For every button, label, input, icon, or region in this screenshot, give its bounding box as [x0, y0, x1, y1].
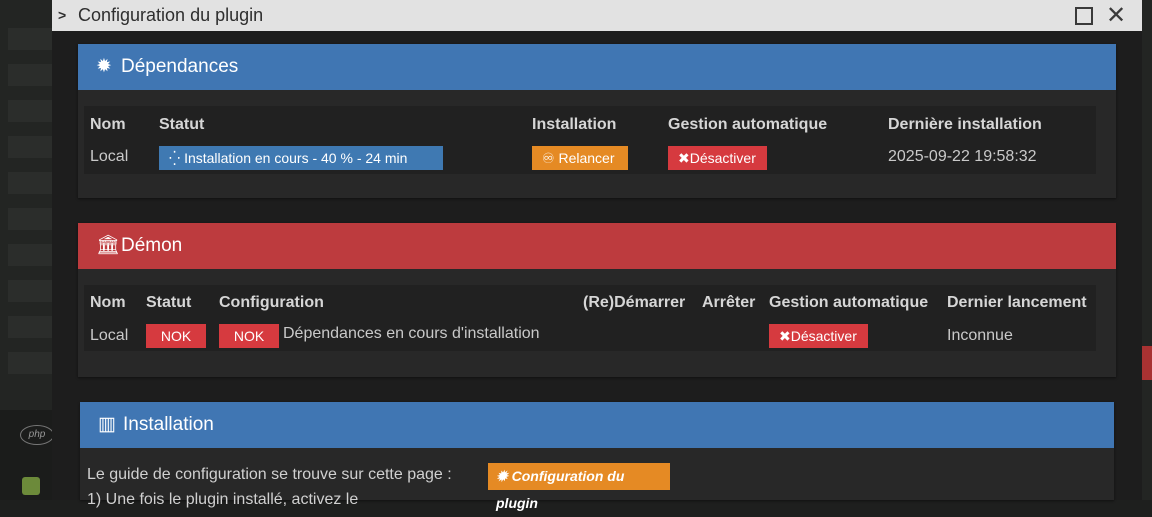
relaunch-button[interactable]: ♾ Relancer — [532, 146, 628, 170]
dependencies-header: ✹ Dépendances — [78, 44, 1116, 90]
x-icon: ✖ — [678, 150, 690, 166]
daemon-config-badge: NOK — [219, 324, 279, 348]
daemon-name: Local — [90, 327, 129, 344]
header-dernier-lancement: Dernier lancement — [947, 294, 1087, 311]
header-redemarrer: (Re)Démarrer — [583, 294, 686, 311]
daemon-status-badge: NOK — [146, 324, 206, 348]
daemon-title: Démon — [121, 235, 183, 256]
header-statut: Statut — [146, 294, 192, 311]
config-plugin-button[interactable]: ✹ Configuration du plugin — [488, 463, 670, 511]
background-row — [8, 244, 52, 266]
spinner-icon: ⁛ — [169, 150, 185, 166]
dependencies-panel: ✹ Dépendances Nom Statut Installation Ge… — [78, 44, 1116, 198]
header-derniere-installation: Dernière installation — [888, 116, 1042, 133]
chevron-right-icon: > — [58, 7, 67, 23]
dialog-titlebar[interactable]: > Configuration du plugin ✕ — [52, 0, 1142, 31]
daemon-panel: 🏛 Démon Nom Statut Configuration (Re)Dém… — [78, 223, 1116, 377]
last-install-date: 2025-09-22 19:58:32 — [888, 148, 1037, 165]
header-gestion-auto: Gestion automatique — [769, 294, 929, 311]
header-installation: Installation — [532, 116, 617, 133]
gear-icon: ✹ — [496, 468, 512, 484]
gear-icon: ✹ — [96, 56, 112, 77]
installation-title: Installation — [123, 414, 214, 435]
dependency-disable-label: Désactiver — [689, 150, 756, 166]
map-icon: ▥ — [98, 414, 116, 435]
header-gestion-auto: Gestion automatique — [668, 116, 828, 133]
dependency-disable-button[interactable]: ✖Désactiver — [668, 146, 767, 170]
daemon-table: Nom Statut Configuration (Re)Démarrer Ar… — [84, 285, 1096, 351]
relaunch-label: Relancer — [558, 150, 615, 166]
dependencies-table: Nom Statut Installation Gestion automati… — [84, 106, 1096, 174]
daemon-config-text: Dépendances en cours d'installation — [283, 325, 540, 342]
header-configuration: Configuration — [219, 294, 324, 311]
step-one-text: 1) Une fois le plugin installé, activez … — [87, 491, 359, 508]
last-launch: Inconnue — [947, 327, 1013, 344]
app-logo-icon — [22, 477, 40, 495]
bank-icon: 🏛 — [96, 235, 121, 256]
background-row — [8, 316, 52, 338]
close-icon[interactable]: ✕ — [1106, 0, 1126, 31]
background-row — [8, 64, 52, 86]
background-row — [8, 28, 52, 50]
background-app-right — [1142, 0, 1152, 500]
background-row — [8, 100, 52, 122]
header-arreter: Arrêter — [702, 294, 756, 311]
background-row — [8, 136, 52, 158]
background-row — [8, 208, 52, 230]
dependency-status-badge: ⁛ Installation en cours - 40 % - 24 min — [159, 146, 443, 170]
x-icon: ✖ — [779, 328, 791, 344]
guide-text: Le guide de configuration se trouve sur … — [87, 466, 452, 483]
dependency-status-text: Installation en cours - 40 % - 24 min — [184, 150, 408, 166]
dependencies-title: Dépendances — [121, 56, 239, 77]
installation-panel: ▥ Installation Le guide de configuration… — [80, 402, 1114, 511]
background-red-strip — [1142, 346, 1152, 380]
php-logo: php — [20, 425, 54, 445]
config-plugin-label: Configuration du plugin — [496, 468, 625, 511]
background-row — [8, 172, 52, 194]
background-row — [8, 280, 52, 302]
header-nom: Nom — [90, 294, 126, 311]
installation-header: ▥ Installation — [80, 402, 1114, 448]
bicycle-icon: ♾ — [542, 150, 559, 166]
plugin-config-dialog: > Configuration du plugin ✕ ✹ Dépendance… — [52, 0, 1142, 511]
header-nom: Nom — [90, 116, 126, 133]
maximize-icon[interactable] — [1075, 7, 1093, 25]
background-row — [8, 352, 52, 374]
daemon-disable-button[interactable]: ✖Désactiver — [769, 324, 868, 348]
header-statut: Statut — [159, 116, 205, 133]
daemon-header: 🏛 Démon — [78, 223, 1116, 269]
dialog-title: Configuration du plugin — [78, 5, 264, 25]
daemon-disable-label: Désactiver — [790, 328, 857, 344]
dependency-name: Local — [90, 148, 129, 165]
